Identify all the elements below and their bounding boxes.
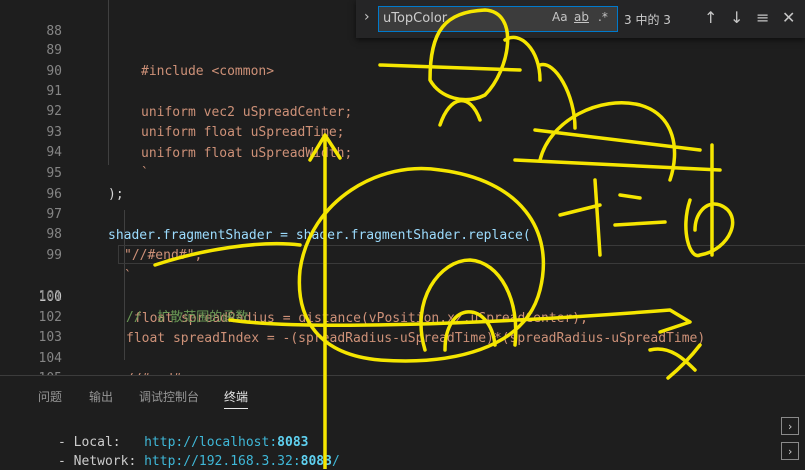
- local-url-base: http://localhost:: [144, 435, 278, 450]
- close-icon[interactable]: ✕: [782, 8, 795, 27]
- code-line: 96: [0, 163, 805, 202]
- local-url[interactable]: http://localhost:8083: [144, 435, 308, 450]
- bottom-panel: 问题 输出 调试控制台 终端 - Local: http://localhost…: [0, 375, 805, 470]
- network-url-tail: /: [331, 454, 340, 469]
- code-line: 91 uniform vec2 uSpreadCenter;: [0, 60, 805, 120]
- tab-debug-console[interactable]: 调试控制台: [139, 388, 199, 405]
- match-case-toggle[interactable]: Aa: [552, 10, 568, 24]
- terminal-line-network: - Network: http://192.168.3.32:8083/: [58, 454, 340, 469]
- code-line: 90: [0, 40, 805, 79]
- code-line-current: 100 float spreadRadius = distance(vPosit…: [0, 245, 805, 326]
- network-url[interactable]: http://192.168.3.32:8083/: [144, 454, 340, 469]
- previous-match-arrow-up-icon[interactable]: ↑: [704, 8, 717, 27]
- code-line: 94 `: [0, 121, 805, 181]
- code-line: 101 // 扩散范围的函数: [0, 265, 805, 325]
- find-in-selection-icon[interactable]: ≡: [756, 8, 769, 27]
- code-editor[interactable]: 88 89 #include <common> 90 91 uniform ve…: [0, 0, 805, 407]
- tab-output[interactable]: 输出: [89, 388, 113, 405]
- code-line: 99 `: [0, 224, 805, 284]
- code-line: 98 "//#end#",: [0, 203, 805, 263]
- chevron-right-icon[interactable]: ›: [364, 9, 370, 25]
- regex-toggle[interactable]: .*: [598, 10, 608, 24]
- network-port: 8083: [300, 454, 332, 469]
- terminal-shell-icon[interactable]: ›: [781, 442, 799, 460]
- network-label: - Network:: [58, 454, 137, 469]
- code-line: 95 );: [0, 142, 805, 202]
- code-line: 104 //#end#: [0, 327, 805, 387]
- local-port: 8083: [277, 435, 309, 450]
- local-label: - Local:: [58, 435, 121, 450]
- terminal-line-local: - Local: http://localhost:8083: [58, 435, 308, 450]
- tab-problems[interactable]: 问题: [38, 388, 62, 405]
- network-url-base: http://192.168.3.32:: [144, 454, 301, 469]
- whole-word-toggle[interactable]: ab: [574, 10, 589, 24]
- code-line: 105 `: [0, 347, 805, 407]
- code-line: 97 shader.fragmentShader = shader.fragme…: [0, 183, 805, 243]
- code-line: 103: [0, 306, 805, 345]
- match-count: 3 中的 3: [624, 13, 671, 27]
- find-widget: › uTopColor Aa ab .* 3 中的 3 ↑ ↓ ≡ ✕: [356, 0, 805, 38]
- code-line: 92 uniform float uSpreadTime;: [0, 80, 805, 140]
- current-line-highlight: [118, 245, 805, 264]
- tab-terminal[interactable]: 终端: [224, 388, 249, 409]
- next-match-arrow-down-icon[interactable]: ↓: [730, 8, 743, 27]
- code-line: 93 uniform float uSpreadWidth;: [0, 101, 805, 161]
- code-line: 102 float spreadIndex = -(spreadRadius-u…: [0, 286, 805, 346]
- terminal-shell-icon[interactable]: ›: [781, 417, 799, 435]
